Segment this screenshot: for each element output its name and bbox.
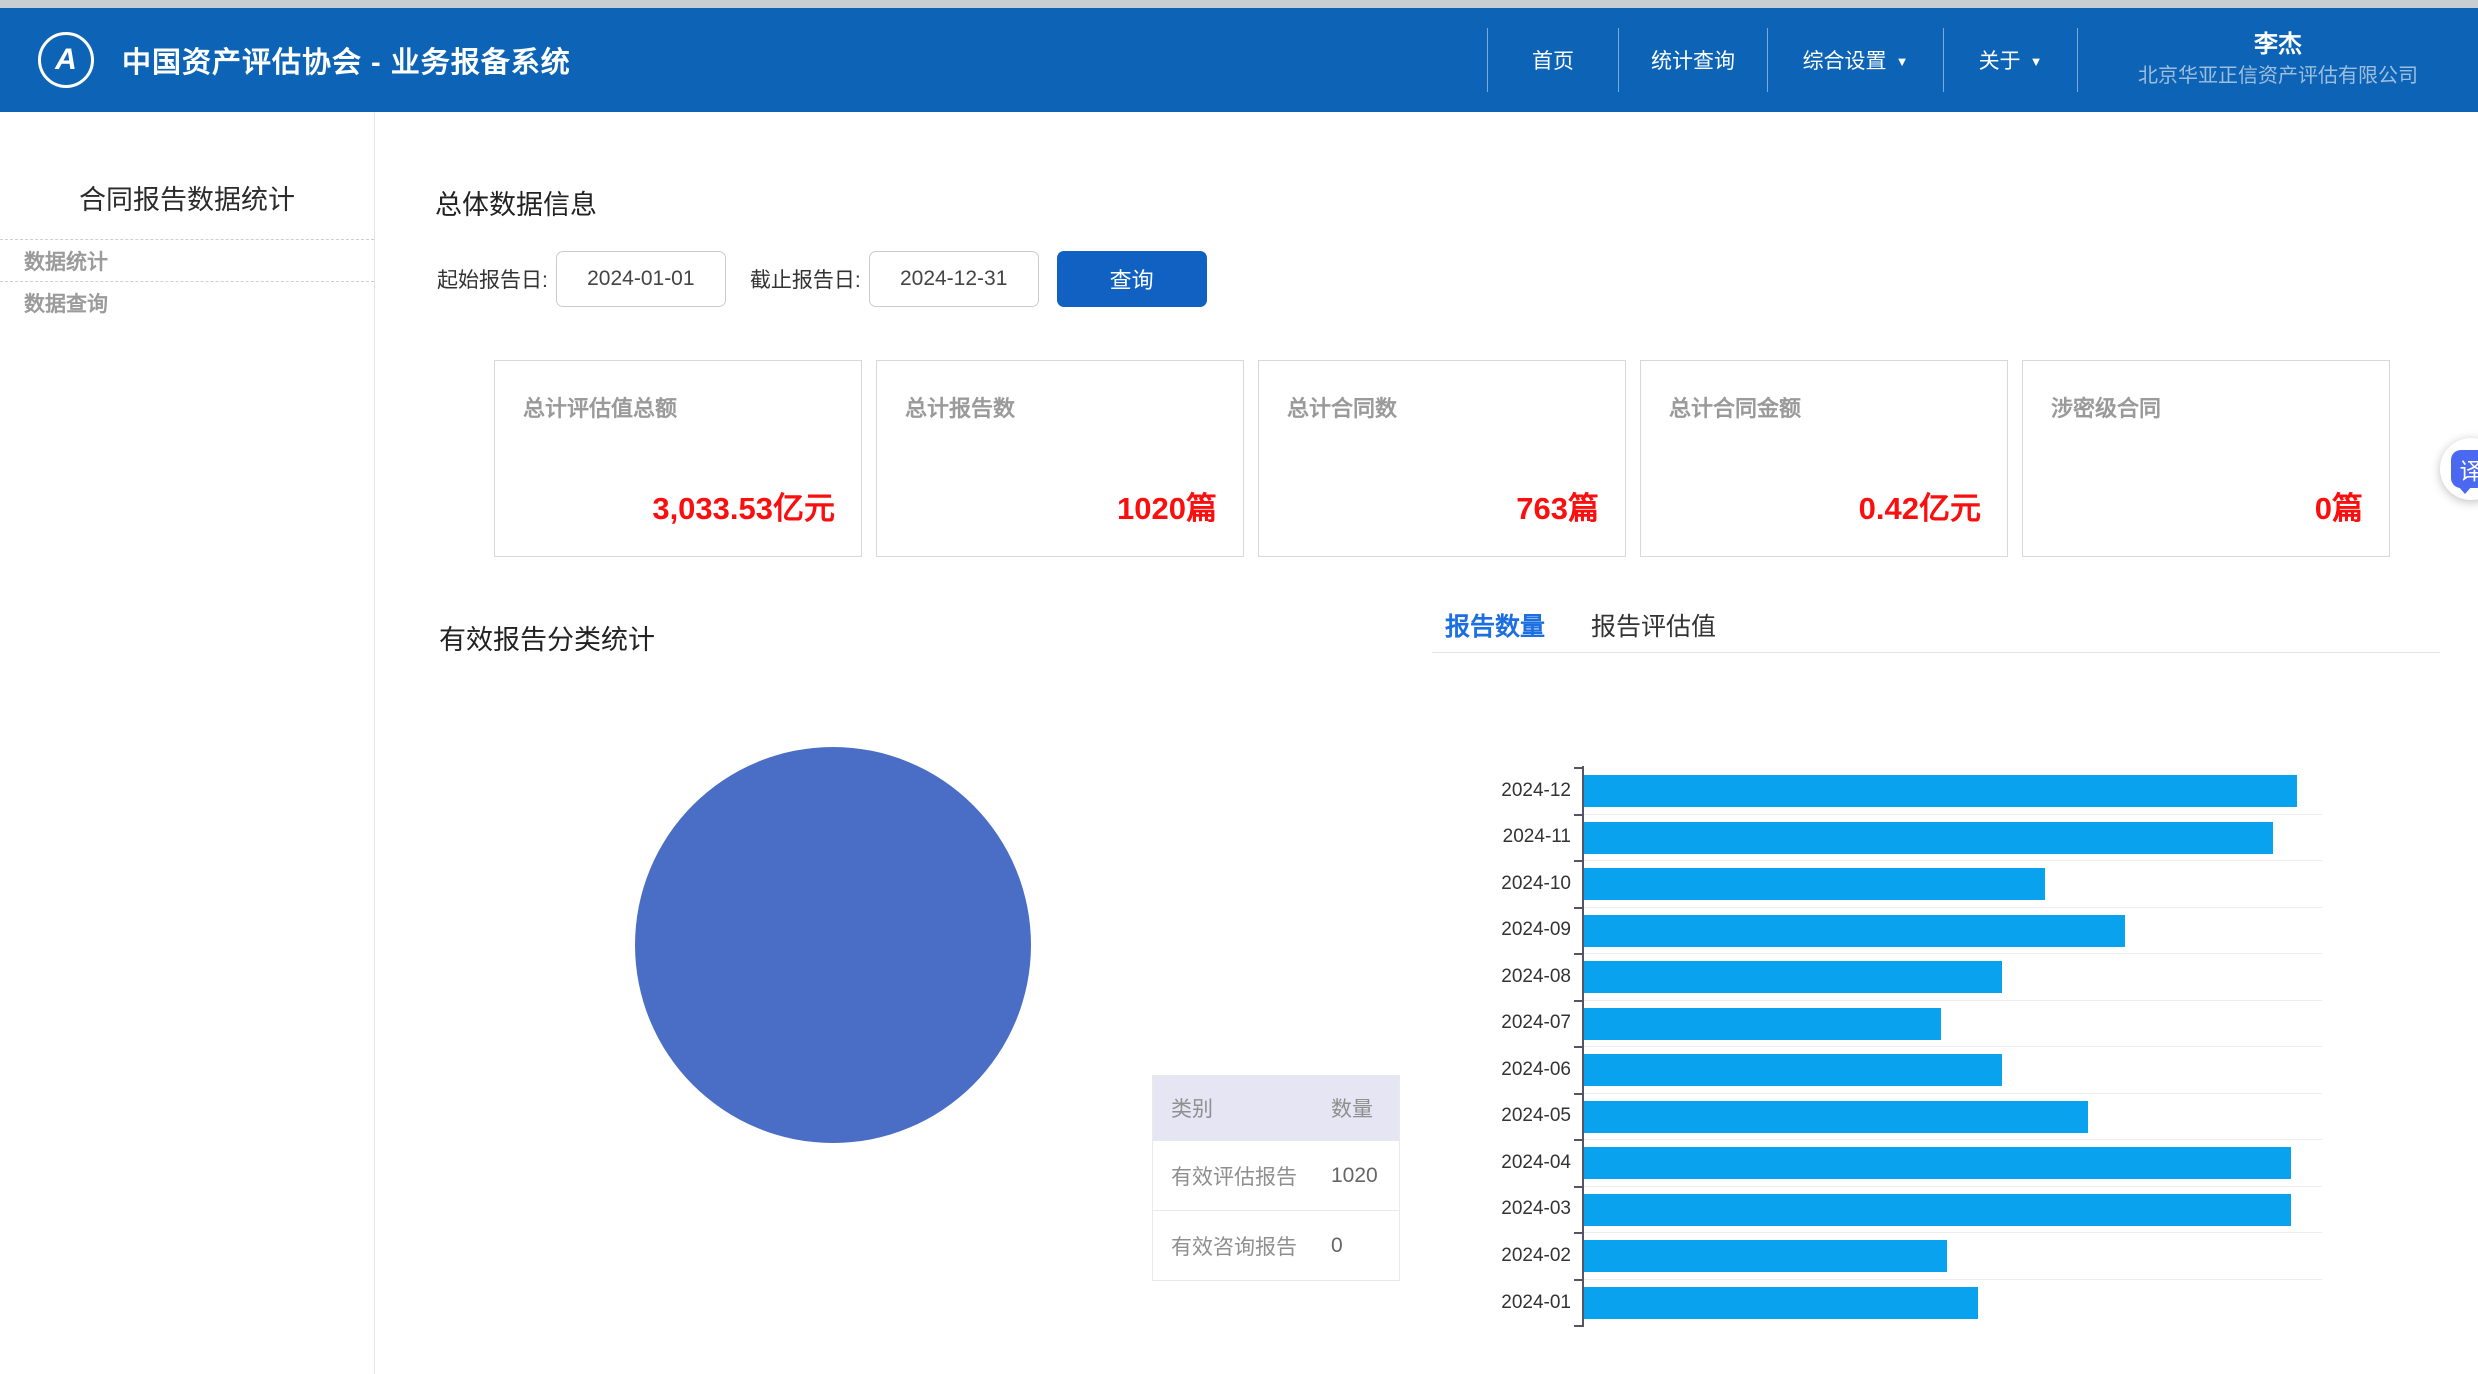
bar-2024-05 — [1584, 1101, 2088, 1133]
bar-2024-10 — [1584, 868, 2045, 900]
sidebar-item-data-statistics[interactable]: 数据统计 — [0, 240, 374, 282]
nav-item-home[interactable]: 首页 — [1487, 28, 1618, 92]
bar-2024-01 — [1584, 1287, 1978, 1319]
table-row: 有效咨询报告 0 — [1153, 1210, 1399, 1280]
bar-row: 2024-11 — [1584, 815, 2322, 862]
table-row: 有效评估报告 1020 — [1153, 1140, 1399, 1210]
chart-tabs: 报告数量 报告评估值 — [1445, 607, 1762, 643]
bar-row: 2024-09 — [1584, 908, 2322, 955]
sidebar-item-data-query[interactable]: 数据查询 — [0, 282, 374, 324]
tabs-divider — [1432, 652, 2440, 653]
stat-card-total-contracts: 总计合同数 763篇 — [1258, 360, 1626, 557]
bar-2024-03 — [1584, 1194, 2291, 1226]
app-header: A 中国资产评估协会 - 业务报备系统 首页 统计查询 综合设置 ▼ 关于 ▼ … — [0, 8, 2478, 112]
bar-2024-12 — [1584, 775, 2297, 807]
bar-2024-11 — [1584, 822, 2273, 854]
stat-card-classified-contracts: 涉密级合同 0篇 — [2022, 360, 2390, 557]
page: A 中国资产评估协会 - 业务报备系统 首页 统计查询 综合设置 ▼ 关于 ▼ … — [0, 0, 2478, 1374]
query-button[interactable]: 查询 — [1057, 251, 1207, 307]
bar-2024-06 — [1584, 1054, 2002, 1086]
stat-card-total-contract-amount: 总计合同金额 0.42亿元 — [1640, 360, 2008, 557]
nav-item-stats-query[interactable]: 统计查询 — [1618, 28, 1767, 92]
bar-row: 2024-07 — [1584, 1001, 2322, 1048]
sidebar-title: 合同报告数据统计 — [0, 112, 374, 240]
nav-item-settings[interactable]: 综合设置 ▼ — [1767, 28, 1943, 92]
category-count-table: 类别 数量 有效评估报告 1020 有效咨询报告 0 — [1152, 1075, 1400, 1281]
window-top-strip — [0, 0, 2478, 8]
bar-row: 2024-08 — [1584, 954, 2322, 1001]
bar-2024-08 — [1584, 961, 2002, 993]
bar-2024-02 — [1584, 1240, 1947, 1272]
pie-section-title: 有效报告分类统计 — [439, 618, 655, 657]
tab-report-count[interactable]: 报告数量 — [1445, 607, 1545, 643]
stat-card-total-reports: 总计报告数 1020篇 — [876, 360, 1244, 557]
stat-cards: 总计评估值总额 3,033.53亿元 总计报告数 1020篇 总计合同数 763… — [494, 360, 2390, 557]
stat-card-total-appraisal-value: 总计评估值总额 3,033.53亿元 — [494, 360, 862, 557]
user-company: 北京华亚正信资产评估有限公司 — [2138, 62, 2418, 90]
app-title: 中国资产评估协会 - 业务报备系统 — [122, 39, 571, 81]
bar-row: 2024-02 — [1584, 1233, 2322, 1280]
tab-report-appraisal-value[interactable]: 报告评估值 — [1591, 607, 1716, 643]
nav-item-about[interactable]: 关于 ▼ — [1943, 28, 2077, 92]
pie-chart — [635, 747, 1031, 1143]
sidebar: 合同报告数据统计 数据统计 数据查询 — [0, 112, 375, 1374]
date-filter-row: 起始报告日: 截止报告日: 查询 — [437, 251, 1207, 307]
end-date-input[interactable] — [869, 251, 1039, 307]
end-date-label: 截止报告日: — [750, 264, 861, 294]
user-name: 李杰 — [2254, 30, 2302, 60]
bar-2024-07 — [1584, 1008, 1941, 1040]
bar-row: 2024-03 — [1584, 1187, 2322, 1234]
overview-section-title: 总体数据信息 — [435, 183, 597, 222]
bar-row: 2024-05 — [1584, 1094, 2322, 1141]
table-header-row: 类别 数量 — [1153, 1076, 1399, 1140]
bar-row: 2024-12 — [1584, 768, 2322, 815]
caret-down-icon: ▼ — [1896, 54, 1909, 69]
main-nav: 首页 统计查询 综合设置 ▼ 关于 ▼ — [1487, 28, 2077, 92]
user-info[interactable]: 李杰 北京华亚正信资产评估有限公司 — [2077, 28, 2478, 92]
bar-chart: 2024-12 2024-11 2024-10 2024-09 2024-08 … — [1584, 768, 2322, 1326]
bar-row: 2024-06 — [1584, 1047, 2322, 1094]
start-date-label: 起始报告日: — [437, 264, 548, 294]
brand: A 中国资产评估协会 - 业务报备系统 — [38, 8, 571, 112]
bar-2024-04 — [1584, 1147, 2291, 1179]
translate-widget[interactable]: 译 — [2440, 438, 2478, 500]
translate-icon: 译 — [2451, 450, 2478, 488]
bar-row: 2024-04 — [1584, 1140, 2322, 1187]
bar-2024-09 — [1584, 915, 2125, 947]
bar-row: 2024-01 — [1584, 1280, 2322, 1327]
acas-logo-icon: A — [38, 32, 94, 88]
bar-row: 2024-10 — [1584, 861, 2322, 908]
start-date-input[interactable] — [556, 251, 726, 307]
caret-down-icon: ▼ — [2030, 54, 2043, 69]
